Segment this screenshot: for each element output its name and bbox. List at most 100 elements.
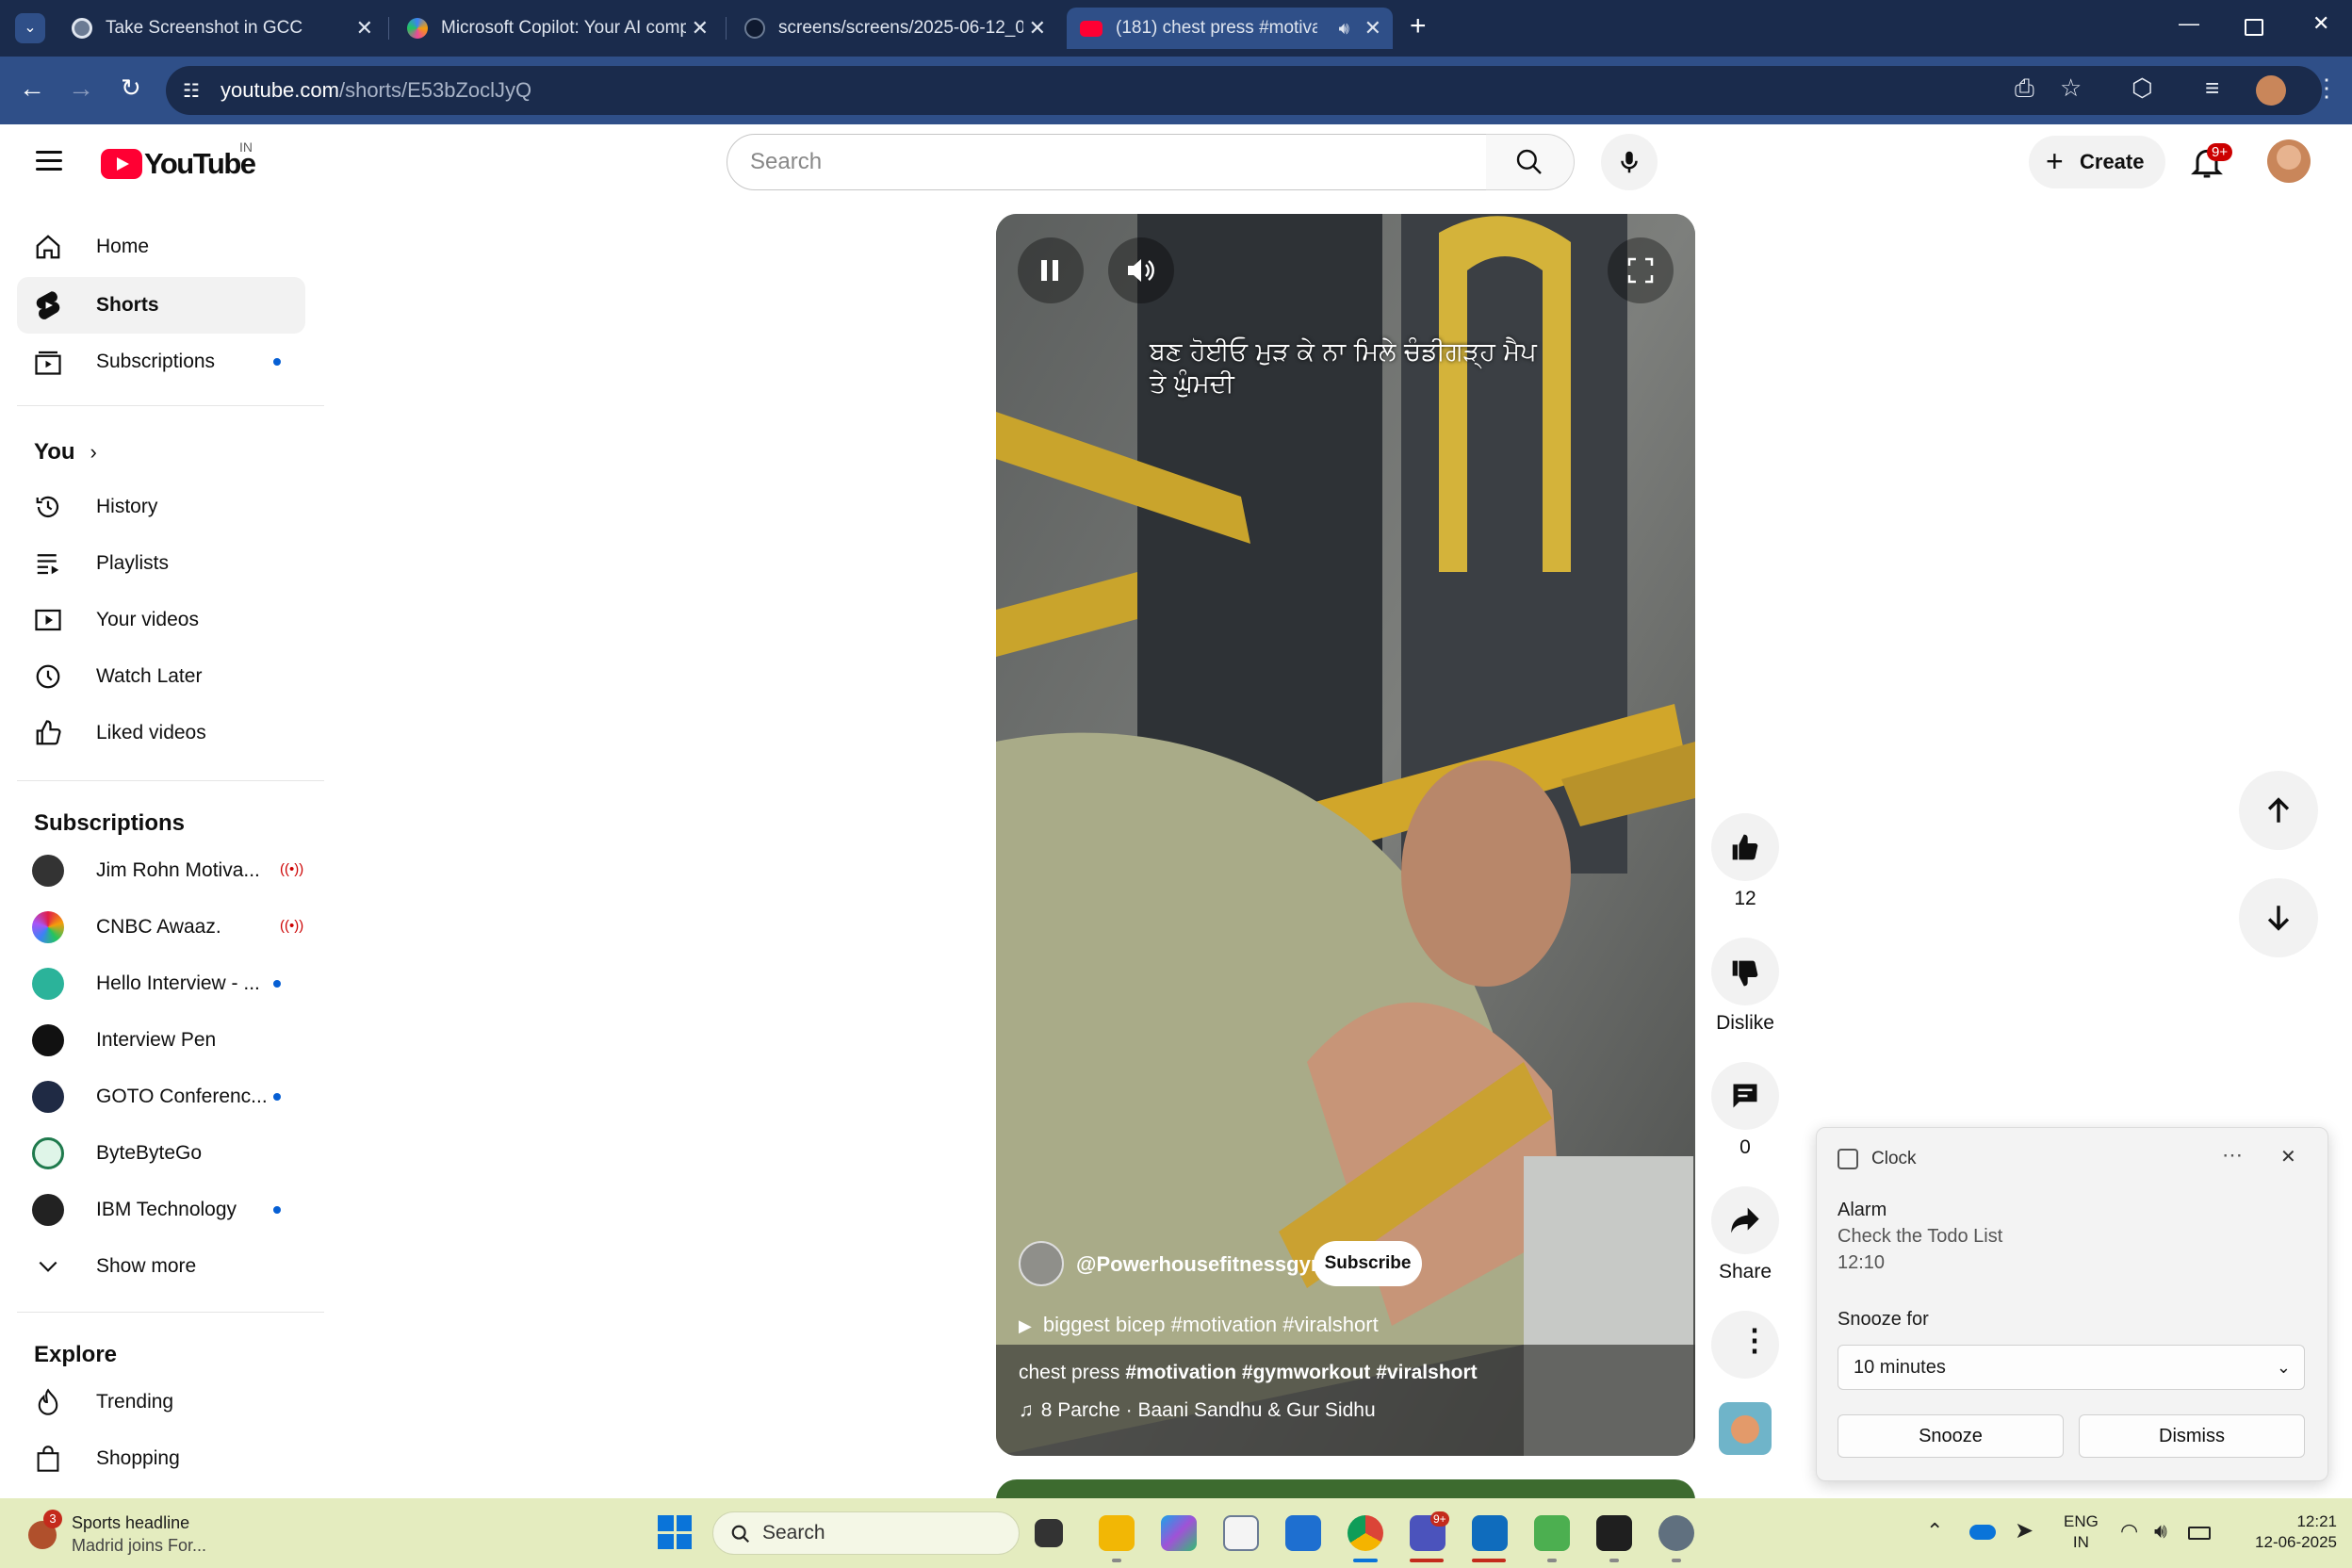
- close-icon[interactable]: ✕: [692, 16, 709, 41]
- live-icon: ((•)): [280, 918, 304, 934]
- sidebar-sub-interview-pen[interactable]: Interview Pen: [17, 1012, 305, 1069]
- sidebar-sub-ibm-technology[interactable]: IBM Technology: [17, 1182, 305, 1238]
- sound-thumbnail[interactable]: [1719, 1402, 1772, 1455]
- sidebar-item-subscriptions[interactable]: Subscriptions: [17, 334, 305, 390]
- sidebar-item-shorts[interactable]: Shorts: [17, 277, 305, 334]
- volume-icon: [1128, 259, 1154, 282]
- sidebar-sub-jim-rohn[interactable]: Jim Rohn Motiva... ((•)): [17, 842, 305, 899]
- snooze-duration-select[interactable]: 10 minutes ⌄: [1838, 1345, 2305, 1390]
- comments-button[interactable]: [1711, 1062, 1779, 1130]
- close-icon[interactable]: ✕: [2280, 1145, 2296, 1168]
- news-widget[interactable]: 3 Sports headline Madrid joins For...: [21, 1510, 228, 1557]
- more-options-button[interactable]: ⋮: [1711, 1311, 1779, 1379]
- sidebar-item-shopping[interactable]: Shopping: [17, 1430, 305, 1487]
- sidebar-sub-cnbc-awaaz[interactable]: CNBC Awaaz. ((•)): [17, 899, 305, 956]
- tab-github[interactable]: screens/screens/2025-06-12_09 ✕: [731, 8, 1057, 49]
- image-editor-icon[interactable]: [1534, 1515, 1570, 1551]
- start-button[interactable]: [658, 1515, 692, 1549]
- share-button[interactable]: [1711, 1186, 1779, 1254]
- sidebar-divider: [17, 780, 324, 781]
- sidebar-sub-hello-interview[interactable]: Hello Interview - ...: [17, 956, 305, 1012]
- extensions-icon[interactable]: ⬡: [2132, 74, 2153, 103]
- hamburger-menu-icon[interactable]: [36, 151, 62, 172]
- music-link[interactable]: ♫ 8 Parche · Baani Sandhu & Gur Sidhu: [1019, 1399, 1376, 1422]
- new-tab-button[interactable]: +: [1410, 11, 1427, 41]
- profile-avatar[interactable]: [2256, 75, 2286, 106]
- volume-button[interactable]: [1108, 237, 1174, 303]
- thumbs-up-icon: [1732, 834, 1758, 860]
- dislike-button[interactable]: [1711, 938, 1779, 1005]
- photos-icon[interactable]: [1285, 1515, 1321, 1551]
- more-horizontal-icon[interactable]: ⋯: [2222, 1143, 2243, 1168]
- tab-search-button[interactable]: ⌄: [15, 13, 45, 43]
- microsoft-365-icon[interactable]: [1161, 1515, 1197, 1551]
- close-icon[interactable]: ✕: [1364, 16, 1381, 41]
- speaker-icon[interactable]: 🔊︎: [1339, 19, 1349, 39]
- sidebar-item-watch-later[interactable]: Watch Later: [17, 648, 305, 705]
- fullscreen-button[interactable]: [1608, 237, 1674, 303]
- next-short-button[interactable]: [2239, 878, 2318, 957]
- language-indicator[interactable]: ENG IN: [2064, 1511, 2099, 1553]
- search-button[interactable]: [1486, 134, 1575, 190]
- taskbar-search[interactable]: Search: [712, 1511, 1020, 1555]
- create-button[interactable]: + Create: [2029, 136, 2165, 188]
- pause-button[interactable]: [1018, 237, 1084, 303]
- wifi-icon[interactable]: ◠: [2120, 1519, 2138, 1544]
- battery-icon[interactable]: [2188, 1527, 2211, 1540]
- task-view-icon[interactable]: [1035, 1519, 1063, 1547]
- previous-short-button[interactable]: [2239, 771, 2318, 850]
- settings-gear-icon[interactable]: [1658, 1515, 1694, 1551]
- chrome-icon[interactable]: [1348, 1515, 1383, 1551]
- clock-date[interactable]: 12:21 12-06-2025: [2233, 1511, 2337, 1553]
- site-info-icon[interactable]: ☷: [183, 79, 200, 103]
- back-icon[interactable]: ←: [19, 74, 45, 104]
- related-playlist-link[interactable]: ▶ biggest bicep #motivation #viralshort: [1019, 1313, 1379, 1337]
- restore-icon[interactable]: [2245, 19, 2263, 36]
- sidebar-item-liked-videos[interactable]: Liked videos: [17, 705, 305, 761]
- browser-menu-icon[interactable]: ⋮: [2314, 74, 2339, 103]
- voice-search-button[interactable]: [1601, 134, 1658, 190]
- volume-icon[interactable]: 🔊︎: [2154, 1519, 2167, 1544]
- sidebar-item-history[interactable]: History: [17, 479, 305, 535]
- youtube-icon: [1080, 20, 1102, 37]
- sidebar-item-home[interactable]: Home: [17, 219, 305, 275]
- sidebar-item-trending[interactable]: Trending: [17, 1374, 305, 1430]
- install-app-icon[interactable]: ⎙: [2015, 74, 2034, 104]
- caption-hashtags[interactable]: #motivation #gymworkout #viralshort: [1125, 1362, 1477, 1383]
- outlook-icon[interactable]: [1472, 1515, 1508, 1551]
- dismiss-button[interactable]: Dismiss: [2079, 1414, 2305, 1458]
- close-icon[interactable]: ✕: [1029, 16, 1046, 41]
- sidebar-item-label: Shorts: [96, 294, 159, 316]
- file-explorer-icon[interactable]: [1099, 1515, 1135, 1551]
- sidebar-item-playlists[interactable]: Playlists: [17, 535, 305, 592]
- tab-copilot[interactable]: Microsoft Copilot: Your AI comp ✕: [394, 8, 720, 49]
- close-icon[interactable]: ✕: [356, 16, 373, 41]
- subscribe-button[interactable]: Subscribe: [1314, 1241, 1422, 1286]
- window-close-icon[interactable]: ✕: [2312, 11, 2329, 36]
- terminal-icon[interactable]: [1596, 1515, 1632, 1551]
- sidebar-show-more[interactable]: Show more: [17, 1238, 305, 1295]
- snooze-button[interactable]: Snooze: [1838, 1414, 2064, 1458]
- tab-take-screenshot[interactable]: Take Screenshot in GCC ✕: [58, 8, 384, 49]
- chevron-up-icon[interactable]: ⌃: [1926, 1519, 1943, 1544]
- tab-youtube-short[interactable]: (181) chest press #motivatic 🔊︎ ✕: [1067, 8, 1393, 49]
- sidebar-sub-goto-conferences[interactable]: GOTO Conferenc...: [17, 1069, 305, 1125]
- address-bar[interactable]: ☷ youtube.com/shorts/E53bZoclJyQ: [166, 66, 2322, 115]
- avatar[interactable]: [2267, 139, 2311, 183]
- onedrive-icon[interactable]: [1969, 1525, 1996, 1540]
- reload-icon[interactable]: ↻: [121, 74, 141, 103]
- media-control-icon[interactable]: ≡: [2205, 74, 2219, 103]
- channel-name[interactable]: @Powerhousefitnessgym: [1076, 1252, 1329, 1277]
- minimize-icon[interactable]: —: [2179, 11, 2199, 36]
- short-video-player[interactable]: ਬਣ ਹੋਈਓ ਮੁੜ ਕੇ ਨਾ ਮਿਲੇ ਚੰਡੀਗੜ੍ਹ ਮੈਪ ਤੇ ਘ…: [996, 214, 1695, 1456]
- channel-avatar[interactable]: [1019, 1241, 1064, 1286]
- location-icon[interactable]: ➤: [2015, 1517, 2034, 1544]
- youtube-logo[interactable]: YouTube IN: [101, 139, 256, 181]
- sidebar-you-header[interactable]: You ›: [17, 424, 305, 481]
- like-button[interactable]: [1711, 813, 1779, 881]
- sidebar-sub-bytebytego[interactable]: ByteByteGo: [17, 1125, 305, 1182]
- window-app-icon[interactable]: [1223, 1515, 1259, 1551]
- sidebar-item-your-videos[interactable]: Your videos: [17, 592, 305, 648]
- search-input[interactable]: Search: [727, 134, 1487, 190]
- bookmark-star-icon[interactable]: ☆: [2060, 74, 2082, 103]
